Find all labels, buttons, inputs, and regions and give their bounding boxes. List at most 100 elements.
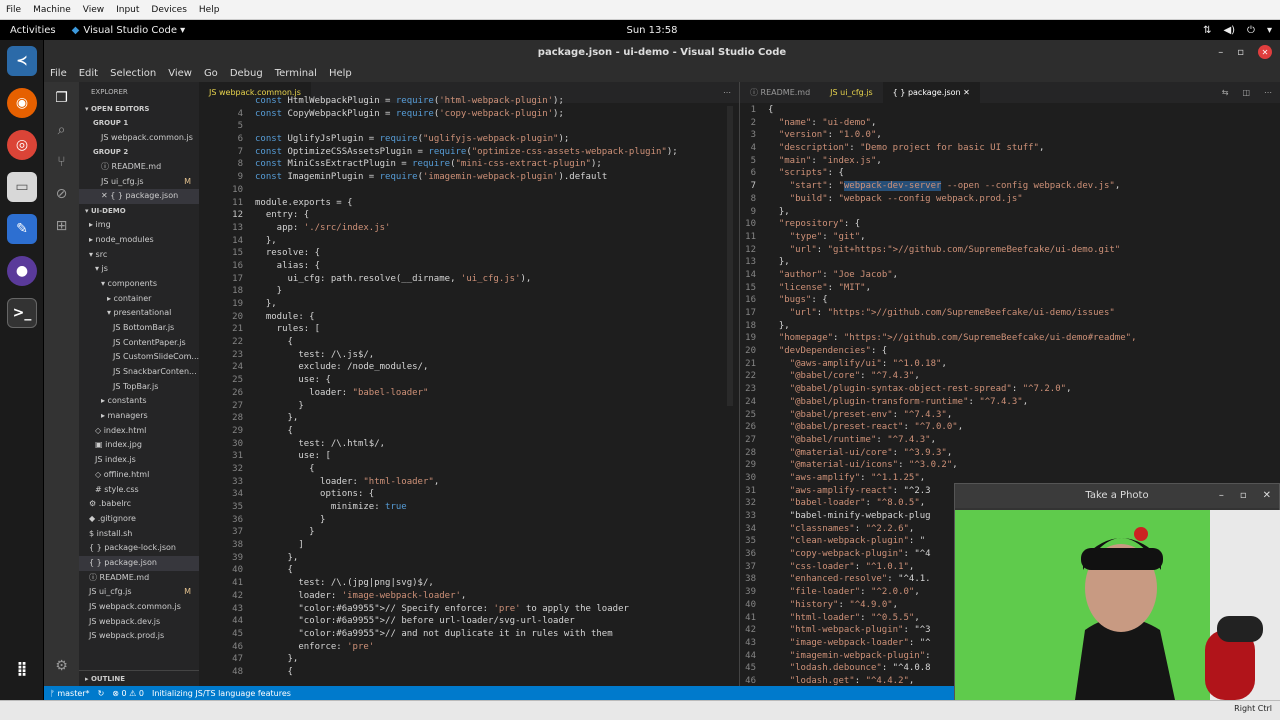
tree-item[interactable]: ◆ .gitignore (79, 512, 199, 527)
code-line[interactable]: 15 resolve: { (199, 247, 739, 260)
code-line[interactable]: 34 options: { (199, 488, 739, 501)
outline-header[interactable]: ▸ OUTLINE (79, 670, 199, 686)
app-menu[interactable]: ◆ Visual Studio Code ▾ (66, 25, 192, 36)
code-line[interactable]: 7 const OptimizeCSSAssetsPlugin = require… (199, 146, 739, 159)
code-line[interactable]: 21 rules: [ (199, 323, 739, 336)
code-line[interactable]: 5 "main": "index.js", (740, 155, 1280, 168)
code-line[interactable]: 21 "@aws-amplify/ui": "^1.0.18", (740, 358, 1280, 371)
tree-item[interactable]: ◇ index.html (79, 424, 199, 439)
close-icon[interactable]: ✕ (1263, 484, 1271, 508)
code-line[interactable]: 19 "homepage": "https:">//github.com/Sup… (740, 332, 1280, 345)
tree-item[interactable]: ▸ node_modules (79, 233, 199, 248)
debug-icon[interactable]: ⊘ (44, 178, 79, 210)
tree-item[interactable]: ⚙ .babelrc (79, 497, 199, 512)
split-editor-icon[interactable]: ◫ (1242, 88, 1250, 97)
editor-tab[interactable]: { } package.json ✕ (882, 82, 980, 103)
code-line[interactable]: 3 "version": "1.0.0", (740, 129, 1280, 142)
code-line[interactable]: 7 "start": "webpack-dev-server --open --… (740, 180, 1280, 193)
code-line[interactable]: 4 "description": "Demo project for basic… (740, 142, 1280, 155)
show-apps-icon[interactable]: ⣿ (7, 654, 37, 684)
code-line[interactable]: 13 }, (740, 256, 1280, 269)
menu-item[interactable]: Selection (104, 68, 162, 79)
code-line[interactable]: 9 }, (740, 206, 1280, 219)
open-editor-item[interactable]: ✕ { } package.json (79, 189, 199, 205)
code-line[interactable]: 29 { (199, 425, 739, 438)
menu-item[interactable]: Help (323, 68, 358, 79)
code-line[interactable]: 46 enforce: 'pre' (199, 641, 739, 654)
close-icon[interactable]: ✕ (1258, 45, 1272, 59)
activities-button[interactable]: Activities (0, 25, 66, 36)
code-line[interactable]: 18 } (199, 285, 739, 298)
code-line[interactable]: 26 loader: "babel-loader" (199, 387, 739, 400)
code-line[interactable]: 18 }, (740, 320, 1280, 333)
tree-item[interactable]: ▾ src (79, 248, 199, 263)
tree-item[interactable]: $ install.sh (79, 527, 199, 542)
explorer-icon[interactable]: ❐ (44, 82, 79, 114)
code-line[interactable]: 12 "url": "git+https:">//github.com/Supr… (740, 244, 1280, 257)
menu-item[interactable]: View (162, 68, 198, 79)
extensions-icon[interactable]: ⊞ (44, 210, 79, 242)
problems-indicator[interactable]: ⊗ 0 ⚠ 0 (112, 689, 144, 698)
tree-item[interactable]: # style.css (79, 483, 199, 498)
tree-item[interactable]: JS index.js (79, 453, 199, 468)
code-line[interactable]: 16 alias: { (199, 260, 739, 273)
menu-item[interactable]: Edit (73, 68, 104, 79)
editor-tab[interactable]: JS ui_cfg.js (820, 82, 883, 103)
code-line[interactable]: 27 "@babel/runtime": "^7.4.3", (740, 434, 1280, 447)
host-menu-item[interactable]: Devices (145, 5, 192, 15)
tree-item[interactable]: JS BottomBar.js (79, 321, 199, 336)
more-actions-icon[interactable]: ⋯ (1264, 88, 1272, 97)
code-area[interactable]: const HtmlWebpackPlugin = require('html-… (199, 95, 739, 679)
code-line[interactable]: 40 { (199, 564, 739, 577)
code-line[interactable]: 6 const UglifyJsPlugin = require("uglifyj… (199, 133, 739, 146)
code-line[interactable]: 9 const ImageminPlugin = require('imagemi… (199, 171, 739, 184)
menu-item[interactable]: File (44, 68, 73, 79)
editor-tab[interactable]: ⓘ README.md (740, 82, 820, 103)
system-tray[interactable]: ⇅ ◀) ⏻ ▾ (1203, 25, 1272, 36)
code-line[interactable]: 23 test: /\.js$/, (199, 349, 739, 362)
code-line[interactable]: 24 "@babel/plugin-transform-runtime": "^… (740, 396, 1280, 409)
minimize-icon[interactable]: – (1218, 47, 1223, 58)
open-editor-item[interactable]: JS ui_cfg.js M (79, 175, 199, 190)
code-line[interactable]: 28 "@material-ui/core": "^3.9.3", (740, 447, 1280, 460)
code-line[interactable]: 38 ] (199, 539, 739, 552)
code-line[interactable]: 20 "devDependencies": { (740, 345, 1280, 358)
code-line[interactable]: 4 const CopyWebpackPlugin = require('copy… (199, 108, 739, 121)
gear-icon[interactable]: ⚙ (44, 650, 79, 682)
tree-item[interactable]: ◇ offline.html (79, 468, 199, 483)
code-line[interactable]: 33 loader: "html-loader", (199, 476, 739, 489)
host-menu-item[interactable]: View (77, 5, 110, 15)
code-line[interactable]: 29 "@material-ui/icons": "^3.0.2", (740, 459, 1280, 472)
tree-item[interactable]: JS webpack.prod.js (79, 629, 199, 644)
host-menu-item[interactable]: File (0, 5, 27, 15)
code-line[interactable]: 8 const MiniCssExtractPlugin = require("m… (199, 158, 739, 171)
vscode-icon[interactable]: ≺ (7, 46, 37, 76)
host-menu-item[interactable]: Input (110, 5, 145, 15)
firefox-icon[interactable]: ◉ (7, 88, 37, 118)
branch-indicator[interactable]: ᚠ master* (50, 689, 90, 698)
text-editor-icon[interactable]: ✎ (7, 214, 37, 244)
code-line[interactable]: 8 "build": "webpack --config webpack.pro… (740, 193, 1280, 206)
tree-item[interactable]: JS SnackbarConten... (79, 365, 199, 380)
code-line[interactable]: 39 }, (199, 552, 739, 565)
menu-item[interactable]: Go (198, 68, 224, 79)
host-menu-item[interactable]: Help (193, 5, 226, 15)
code-line[interactable]: 23 "@babel/plugin-syntax-object-rest-spr… (740, 383, 1280, 396)
code-line[interactable]: 22 { (199, 336, 739, 349)
code-line[interactable]: 28 }, (199, 412, 739, 425)
code-line[interactable]: 27 } (199, 400, 739, 413)
minimize-icon[interactable]: – (1219, 484, 1224, 508)
code-line[interactable]: 31 use: [ (199, 450, 739, 463)
open-editors-header[interactable]: ▾ OPEN EDITORS (79, 102, 199, 116)
code-line[interactable]: 22 "@babel/core": "^7.4.3", (740, 370, 1280, 383)
tree-item[interactable]: JS ContentPaper.js (79, 336, 199, 351)
code-line[interactable]: 30 test: /\.html$/, (199, 438, 739, 451)
code-line[interactable]: 32 { (199, 463, 739, 476)
code-line[interactable]: 11 module.exports = { (199, 197, 739, 210)
terminal-icon[interactable]: >_ (7, 298, 37, 328)
code-line[interactable]: 42 loader: 'image-webpack-loader', (199, 590, 739, 603)
code-line[interactable]: 5 (199, 120, 739, 133)
sync-icon[interactable]: ↻ (98, 689, 105, 698)
files-icon[interactable]: ▭ (7, 172, 37, 202)
code-line[interactable]: 41 test: /\.(jpg|png|svg)$/, (199, 577, 739, 590)
